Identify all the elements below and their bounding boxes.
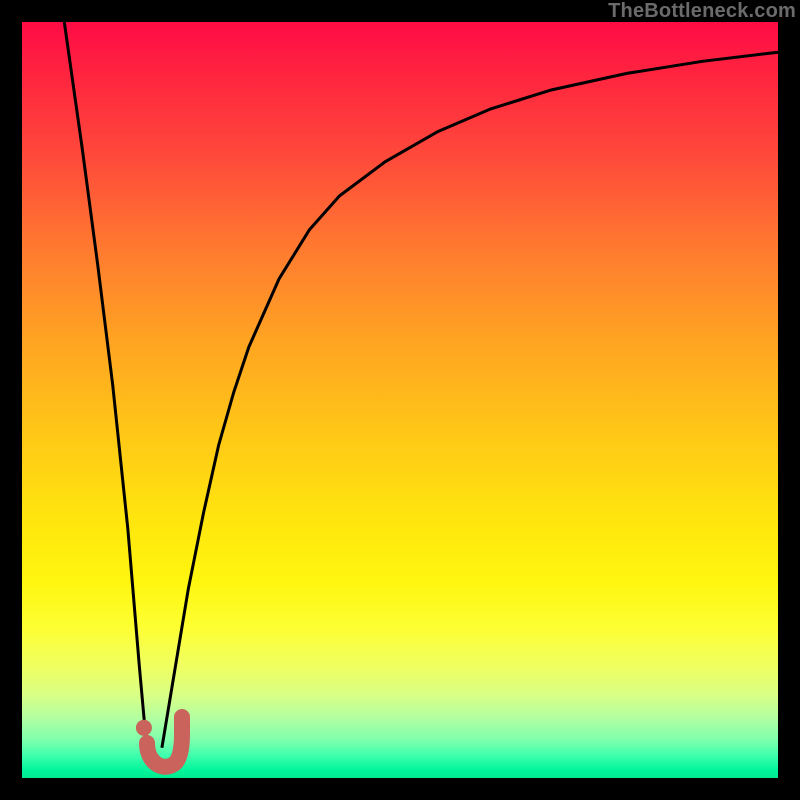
- marker-dot: [136, 720, 152, 736]
- curve-layer: [22, 22, 778, 778]
- watermark-text: TheBottleneck.com: [608, 0, 796, 23]
- bottleneck-curve-right: [162, 52, 778, 748]
- bottleneck-curve-left: [64, 22, 146, 748]
- chart-frame: TheBottleneck.com: [0, 0, 800, 800]
